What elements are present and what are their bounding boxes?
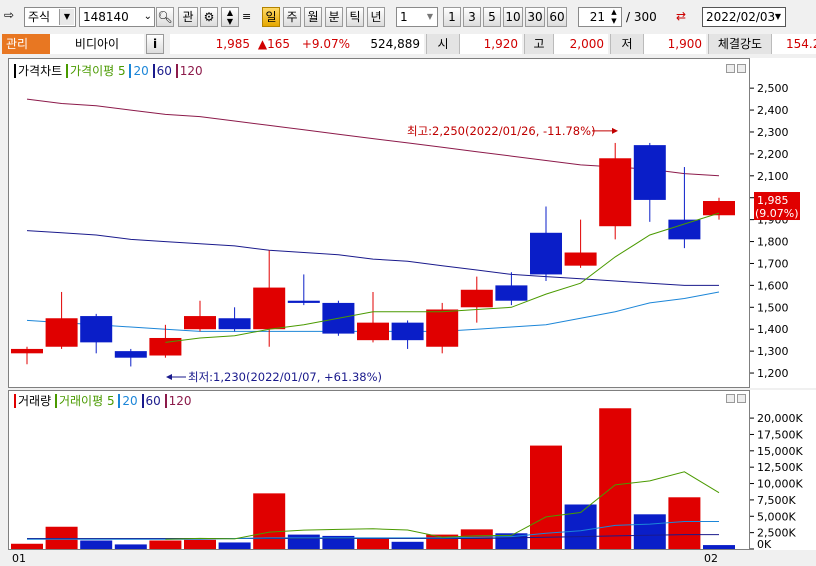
x-axis — [0, 550, 816, 566]
price-legend: 가격차트 가격이평 5 20 60 120 — [14, 62, 203, 79]
chevron-down-icon[interactable]: ▼ — [772, 9, 784, 25]
period-tick[interactable]: 틱 — [346, 7, 364, 27]
gwan-button[interactable]: 관 — [178, 7, 198, 27]
volume-minimize-button[interactable] — [726, 394, 735, 403]
interval-60[interactable]: 60 — [547, 7, 567, 27]
total-count: / 300 — [626, 10, 657, 24]
stock-name: 비디아이 — [50, 34, 144, 54]
legend-price-ma5: 5 — [118, 64, 126, 78]
change-percent: +9.07% — [294, 34, 354, 54]
interval-3[interactable]: 3 — [463, 7, 481, 27]
code-value: 148140 — [83, 10, 129, 24]
menu-icon[interactable]: ≡ — [242, 10, 251, 23]
legend-price-ma-label: 가격이평 — [66, 64, 115, 78]
count-input[interactable]: 21 ▲ ▼ — [578, 7, 622, 27]
interval-select[interactable]: 1 ▼ — [396, 7, 438, 27]
interval-10[interactable]: 10 — [503, 7, 523, 27]
period-year[interactable]: 년 — [367, 7, 385, 27]
period-month[interactable]: 월 — [304, 7, 322, 27]
period-minute[interactable]: 분 — [325, 7, 343, 27]
legend-price-ma120: 120 — [175, 64, 203, 78]
market-select[interactable]: 주식 ▼ — [24, 7, 76, 27]
legend-price-ma20: 20 — [129, 64, 149, 78]
price-axis — [750, 58, 816, 388]
x-label-end: 02 — [704, 552, 718, 565]
high-price: 2,000 — [554, 34, 608, 54]
legend-volume-ma5: 5 — [106, 394, 115, 408]
chevron-down-icon[interactable]: ▼ — [424, 9, 436, 25]
price-panel — [8, 58, 750, 388]
x-label-start: 01 — [12, 552, 26, 565]
count-value: 21 — [589, 10, 605, 24]
refresh-icon[interactable]: ⇄ — [676, 9, 686, 23]
legend-volume-ma-label: 거래이평 — [54, 394, 104, 408]
up-arrow-icon: ▲ — [226, 8, 234, 17]
legend-volume-ma20: 20 — [118, 394, 138, 408]
volume-legend: 거래량 거래이평 5 20 60 120 — [14, 392, 192, 409]
price-minimize-button[interactable] — [726, 64, 735, 73]
interval-30[interactable]: 30 — [525, 7, 545, 27]
status-badge: 관리 — [2, 34, 50, 54]
market-value: 주식 — [28, 10, 51, 24]
volume-axis — [750, 390, 816, 550]
current-price: 1,985 — [170, 34, 254, 54]
trade-volume: 524,889 — [354, 34, 424, 54]
down-arrow-icon: ▼ — [226, 17, 234, 26]
strength-value: 154.2 — [772, 34, 816, 54]
period-week[interactable]: 주 — [283, 7, 301, 27]
quote-bar: 관리 비디아이 i 1,985 ▲165 +9.07% 524,889 시 1,… — [0, 34, 816, 54]
gear-icon: ⚙ — [203, 10, 215, 24]
legend-price-main: 가격차트 — [14, 64, 63, 78]
low-label: 저 — [610, 34, 644, 54]
info-button[interactable]: i — [146, 34, 164, 54]
chevron-down-icon[interactable]: ⌄ — [144, 8, 152, 26]
open-label: 시 — [426, 34, 460, 54]
chevron-down-icon[interactable]: ▼ — [59, 9, 74, 25]
menu-arrow-icon[interactable]: ⇨ — [4, 8, 22, 24]
low-price: 1,900 — [644, 34, 706, 54]
spin-icon[interactable]: ▲ ▼ — [608, 8, 620, 26]
interval-5[interactable]: 5 — [483, 7, 501, 27]
high-label: 고 — [524, 34, 554, 54]
toolbar: ⇨ 주식 ▼ 148140 ⌄ 🔍︎ 관 ⚙ ▲ ▼ ≡ 일 주 월 분 틱 년 … — [0, 0, 816, 34]
interval-1[interactable]: 1 — [443, 7, 461, 27]
search-icon: 🔍︎ — [157, 10, 173, 24]
period-day[interactable]: 일 — [262, 7, 280, 27]
strength-label: 체결강도 — [708, 34, 772, 54]
legend-volume-main: 거래량 — [14, 394, 52, 408]
open-price: 1,920 — [460, 34, 522, 54]
search-button[interactable]: 🔍︎ — [156, 7, 174, 27]
date-value: 2022/02/03 — [706, 10, 776, 24]
legend-volume-ma60: 60 — [141, 394, 161, 408]
volume-panel — [8, 390, 750, 550]
code-input[interactable]: 148140 ⌄ — [79, 7, 155, 27]
volume-close-button[interactable] — [737, 394, 746, 403]
price-change: ▲165 — [254, 34, 294, 54]
price-close-button[interactable] — [737, 64, 746, 73]
date-select[interactable]: 2022/02/03 ▼ — [702, 7, 786, 27]
spin-button[interactable]: ▲ ▼ — [221, 7, 239, 27]
settings-button[interactable]: ⚙ — [200, 7, 218, 27]
legend-price-ma60: 60 — [152, 64, 172, 78]
legend-volume-ma120: 120 — [164, 394, 192, 408]
interval-value: 1 — [400, 10, 408, 24]
